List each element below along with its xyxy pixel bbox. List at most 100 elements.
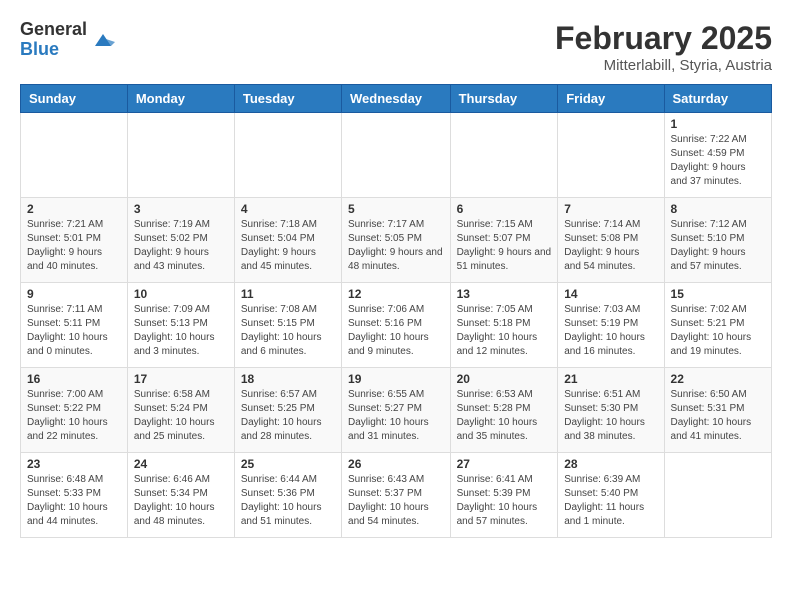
day-info: Sunrise: 7:17 AM Sunset: 5:05 PM Dayligh… — [348, 219, 443, 272]
day-number: 10 — [134, 287, 228, 301]
day-cell: 28 Sunrise: 6:39 AM Sunset: 5:40 PM Dayli… — [558, 453, 664, 538]
calendar-table: SundayMondayTuesdayWednesdayThursdayFrid… — [20, 84, 772, 538]
logo-icon — [91, 28, 115, 52]
weekday-header-wednesday: Wednesday — [342, 85, 451, 113]
day-info: Sunrise: 6:41 AM Sunset: 5:39 PM Dayligh… — [457, 474, 538, 527]
day-cell: 26 Sunrise: 6:43 AM Sunset: 5:37 PM Dayli… — [342, 453, 451, 538]
day-cell: 11Sunrise: 7:08 AM Sunset: 5:15 PM Dayli… — [234, 283, 341, 368]
day-number: 7 — [564, 202, 657, 216]
day-info: Sunrise: 6:44 AM Sunset: 5:36 PM Dayligh… — [241, 474, 322, 527]
weekday-header-saturday: Saturday — [664, 85, 771, 113]
day-number: 25 — [241, 457, 335, 471]
weekday-header-friday: Friday — [558, 85, 664, 113]
day-cell: 18 Sunrise: 6:57 AM Sunset: 5:25 PM Dayli… — [234, 368, 341, 453]
day-cell: 8Sunrise: 7:12 AM Sunset: 5:10 PM Daylig… — [664, 198, 771, 283]
day-cell — [234, 113, 341, 198]
day-info: Sunrise: 7:14 AM Sunset: 5:08 PM Dayligh… — [564, 219, 640, 272]
title-section: February 2025 Mitterlabill, Styria, Aust… — [555, 20, 772, 74]
day-cell: 20 Sunrise: 6:53 AM Sunset: 5:28 PM Dayli… — [450, 368, 558, 453]
day-cell: 3 Sunrise: 7:19 AM Sunset: 5:02 PM Daylig… — [127, 198, 234, 283]
logo-blue: Blue — [20, 40, 87, 60]
day-number: 14 — [564, 287, 657, 301]
day-cell: 1 Sunrise: 7:22 AM Sunset: 4:59 PM Daylig… — [664, 113, 771, 198]
day-number: 1 — [671, 117, 765, 131]
day-number: 19 — [348, 372, 444, 386]
day-cell: 12 Sunrise: 7:06 AM Sunset: 5:16 PM Dayli… — [342, 283, 451, 368]
day-info: Sunrise: 7:15 AM Sunset: 5:07 PM Dayligh… — [457, 219, 552, 272]
day-cell: 6Sunrise: 7:15 AM Sunset: 5:07 PM Daylig… — [450, 198, 558, 283]
weekday-header-thursday: Thursday — [450, 85, 558, 113]
day-info: Sunrise: 7:09 AM Sunset: 5:13 PM Dayligh… — [134, 304, 215, 357]
day-cell: 13 Sunrise: 7:05 AM Sunset: 5:18 PM Dayli… — [450, 283, 558, 368]
day-info: Sunrise: 7:03 AM Sunset: 5:19 PM Dayligh… — [564, 304, 645, 357]
day-cell — [664, 453, 771, 538]
day-info: Sunrise: 6:57 AM Sunset: 5:25 PM Dayligh… — [241, 389, 322, 442]
page-header: General Blue February 2025 Mitterlabill,… — [20, 20, 772, 74]
day-info: Sunrise: 6:50 AM Sunset: 5:31 PM Dayligh… — [671, 389, 752, 442]
day-number: 24 — [134, 457, 228, 471]
day-number: 18 — [241, 372, 335, 386]
day-info: Sunrise: 7:00 AM Sunset: 5:22 PM Dayligh… — [27, 389, 108, 442]
day-info: Sunrise: 6:48 AM Sunset: 5:33 PM Dayligh… — [27, 474, 108, 527]
day-number: 9 — [27, 287, 121, 301]
day-number: 21 — [564, 372, 657, 386]
day-number: 22 — [671, 372, 765, 386]
day-info: Sunrise: 6:53 AM Sunset: 5:28 PM Dayligh… — [457, 389, 538, 442]
day-cell: 27 Sunrise: 6:41 AM Sunset: 5:39 PM Dayli… — [450, 453, 558, 538]
day-cell: 24 Sunrise: 6:46 AM Sunset: 5:34 PM Dayli… — [127, 453, 234, 538]
day-number: 13 — [457, 287, 552, 301]
weekday-header-row: SundayMondayTuesdayWednesdayThursdayFrid… — [21, 85, 772, 113]
day-cell: 21Sunrise: 6:51 AM Sunset: 5:30 PM Dayli… — [558, 368, 664, 453]
day-cell: 4 Sunrise: 7:18 AM Sunset: 5:04 PM Daylig… — [234, 198, 341, 283]
day-cell: 19 Sunrise: 6:55 AM Sunset: 5:27 PM Dayli… — [342, 368, 451, 453]
day-number: 28 — [564, 457, 657, 471]
day-info: Sunrise: 6:39 AM Sunset: 5:40 PM Dayligh… — [564, 474, 644, 527]
day-info: Sunrise: 7:22 AM Sunset: 4:59 PM Dayligh… — [671, 134, 747, 187]
week-row-5: 23 Sunrise: 6:48 AM Sunset: 5:33 PM Dayli… — [21, 453, 772, 538]
day-number: 4 — [241, 202, 335, 216]
day-info: Sunrise: 7:19 AM Sunset: 5:02 PM Dayligh… — [134, 219, 210, 272]
day-info: Sunrise: 7:06 AM Sunset: 5:16 PM Dayligh… — [348, 304, 429, 357]
week-row-1: 1 Sunrise: 7:22 AM Sunset: 4:59 PM Daylig… — [21, 113, 772, 198]
month-year: February 2025 — [555, 20, 772, 57]
day-cell — [450, 113, 558, 198]
day-cell: 7 Sunrise: 7:14 AM Sunset: 5:08 PM Daylig… — [558, 198, 664, 283]
day-info: Sunrise: 6:43 AM Sunset: 5:37 PM Dayligh… — [348, 474, 429, 527]
week-row-2: 2 Sunrise: 7:21 AM Sunset: 5:01 PM Daylig… — [21, 198, 772, 283]
weekday-header-sunday: Sunday — [21, 85, 128, 113]
location: Mitterlabill, Styria, Austria — [555, 57, 772, 74]
week-row-3: 9 Sunrise: 7:11 AM Sunset: 5:11 PM Daylig… — [21, 283, 772, 368]
weekday-header-tuesday: Tuesday — [234, 85, 341, 113]
logo-general: General — [20, 20, 87, 40]
day-info: Sunrise: 6:46 AM Sunset: 5:34 PM Dayligh… — [134, 474, 215, 527]
week-row-4: 16Sunrise: 7:00 AM Sunset: 5:22 PM Dayli… — [21, 368, 772, 453]
day-number: 27 — [457, 457, 552, 471]
day-cell: 23 Sunrise: 6:48 AM Sunset: 5:33 PM Dayli… — [21, 453, 128, 538]
day-number: 17 — [134, 372, 228, 386]
day-cell: 22 Sunrise: 6:50 AM Sunset: 5:31 PM Dayli… — [664, 368, 771, 453]
day-info: Sunrise: 7:18 AM Sunset: 5:04 PM Dayligh… — [241, 219, 317, 272]
day-info: Sunrise: 7:05 AM Sunset: 5:18 PM Dayligh… — [457, 304, 538, 357]
day-cell — [342, 113, 451, 198]
day-cell — [127, 113, 234, 198]
day-cell: 16Sunrise: 7:00 AM Sunset: 5:22 PM Dayli… — [21, 368, 128, 453]
day-cell: 10 Sunrise: 7:09 AM Sunset: 5:13 PM Dayli… — [127, 283, 234, 368]
day-info: Sunrise: 7:11 AM Sunset: 5:11 PM Dayligh… — [27, 304, 108, 357]
day-number: 12 — [348, 287, 444, 301]
day-number: 8 — [671, 202, 765, 216]
day-info: Sunrise: 6:55 AM Sunset: 5:27 PM Dayligh… — [348, 389, 429, 442]
day-cell — [21, 113, 128, 198]
day-cell: 14 Sunrise: 7:03 AM Sunset: 5:19 PM Dayli… — [558, 283, 664, 368]
day-info: Sunrise: 7:08 AM Sunset: 5:15 PM Dayligh… — [241, 304, 322, 357]
day-cell: 9 Sunrise: 7:11 AM Sunset: 5:11 PM Daylig… — [21, 283, 128, 368]
day-cell — [558, 113, 664, 198]
weekday-header-monday: Monday — [127, 85, 234, 113]
day-number: 23 — [27, 457, 121, 471]
day-number: 20 — [457, 372, 552, 386]
day-number: 3 — [134, 202, 228, 216]
day-info: Sunrise: 7:21 AM Sunset: 5:01 PM Dayligh… — [27, 219, 103, 272]
day-cell: 5Sunrise: 7:17 AM Sunset: 5:05 PM Daylig… — [342, 198, 451, 283]
day-number: 2 — [27, 202, 121, 216]
logo: General Blue — [20, 20, 115, 60]
day-number: 26 — [348, 457, 444, 471]
